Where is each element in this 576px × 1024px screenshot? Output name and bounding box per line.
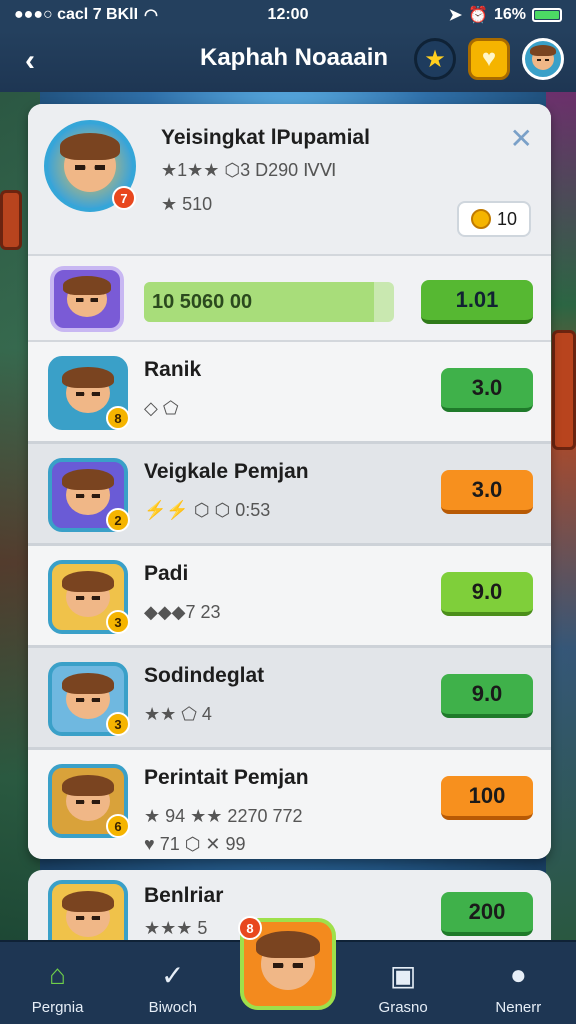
close-button[interactable]: ✕: [510, 122, 533, 155]
nav-item-check[interactable]: ✓ Biwoch: [125, 957, 221, 1017]
row-name: Padi: [144, 562, 189, 585]
player-stats: ★1★★ ⬡3 D290 ⅣⅥ: [161, 160, 337, 180]
row-stats-secondary: ♥ 71 ⬡ ✕ 99: [144, 834, 246, 854]
row-name: Veigkale Pemjan: [144, 460, 309, 483]
profile-avatar-icon: [530, 44, 557, 71]
leaderboard-row[interactable]: 3 Padi ◆◆◆7 23 9.0: [28, 546, 551, 648]
row-name: Ranik: [144, 358, 202, 381]
profile-avatar-button[interactable]: [522, 38, 564, 80]
row-stats: ★★★ 5: [144, 918, 208, 938]
player-avatar[interactable]: 7: [44, 120, 136, 212]
status-bar: ●●●○ cacl 7 BKlI ◠ 12:00 ➤ ⏰ 16%: [0, 0, 576, 30]
row-value-button[interactable]: 200: [441, 892, 533, 936]
heart-badge-icon: ♥: [481, 45, 497, 72]
row-stats: ★★ ⬠ 4: [144, 704, 212, 724]
row-avatar[interactable]: 6: [48, 764, 130, 838]
row-name: Benlriar: [144, 884, 224, 907]
nav-item-card[interactable]: ▣ Grasno: [355, 957, 451, 1017]
row-face-icon: [62, 468, 114, 516]
row-name: Sodindeglat: [144, 664, 265, 687]
xp-claim-button[interactable]: 1.01: [421, 280, 533, 324]
row-value-button[interactable]: 100: [441, 776, 533, 820]
xp-avatar[interactable]: [50, 266, 124, 332]
level-badge: 7: [112, 186, 136, 210]
nav-label: Pergnia: [31, 999, 84, 1016]
row-face-icon: [62, 570, 114, 618]
clock: 12:00: [267, 6, 309, 23]
leaderboard-row[interactable]: 6 Perintait Pemjan ★ 94 ★★ 2270 772 ♥ 71…: [28, 750, 551, 859]
wifi-icon: ◠: [144, 7, 158, 24]
row-rank-badge: 3: [106, 610, 130, 634]
leaderboard-row[interactable]: 3 Sodindeglat ★★ ⬠ 4 9.0: [28, 648, 551, 750]
row-stats: ★ 94 ★★ 2270 772: [144, 806, 303, 826]
battery-percent: 16%: [493, 6, 526, 23]
coin-icon: [470, 209, 491, 229]
back-button[interactable]: ‹: [12, 43, 48, 79]
xp-progress-label: 10 5060 00: [152, 291, 253, 313]
alarm-icon: ⏰: [468, 7, 488, 24]
nav-label: Grasno: [378, 999, 428, 1016]
row-avatar[interactable]: 8: [48, 356, 130, 430]
row-value-button[interactable]: 3.0: [441, 368, 533, 412]
star-button[interactable]: ★: [414, 38, 456, 80]
heart-badge-button[interactable]: ♥: [468, 38, 510, 80]
top-header: ‹ Kaphah Noaaain ★ ♥: [0, 30, 576, 92]
coin-count: 10: [496, 208, 518, 229]
xp-row: 10 5060 00 1.01: [28, 254, 551, 342]
row-value-button[interactable]: 9.0: [441, 572, 533, 616]
check-circle-icon: ✓: [161, 959, 185, 991]
player-profile-card: 7 Yeisingkat lPupamial ★1★★ ⬡3 D290 ⅣⅥ ★…: [28, 104, 551, 254]
nav-label: Biwoch: [148, 999, 197, 1016]
row-stats: ◆◆◆7 23: [144, 602, 221, 622]
leaderboard-row[interactable]: 2 Veigkale Pemjan ⚡⚡ ⬡ ⬡ 0:53 3.0: [28, 444, 551, 546]
row-avatar[interactable]: 2: [48, 458, 130, 532]
nav-item-user[interactable]: ● Nenerr: [470, 957, 566, 1016]
row-rank-badge: 2: [106, 508, 130, 532]
battery-icon: [532, 8, 562, 22]
row-avatar[interactable]: 3: [48, 662, 130, 736]
nav-item-home[interactable]: ⌂ Pergnia: [10, 957, 106, 1016]
scenery-sign: [0, 190, 22, 250]
row-face-icon: [62, 890, 114, 938]
row-face-icon: [62, 672, 114, 720]
location-icon: ➤: [448, 7, 463, 24]
row-rank-badge: 3: [106, 712, 130, 736]
close-icon: ✕: [509, 123, 533, 154]
page-title: Kaphah Noaaain: [200, 44, 389, 71]
center-hero-icon: [256, 930, 320, 991]
carrier-label: ●●●○ cacl 7 BKlI: [14, 6, 139, 23]
row-avatar[interactable]: 3: [48, 560, 130, 634]
xp-avatar-face-icon: [63, 275, 111, 317]
row-stats: ⚡⚡ ⬡ ⬡ 0:53: [144, 500, 271, 520]
row-value-button[interactable]: 3.0: [441, 470, 533, 514]
player-face-icon: [59, 132, 121, 193]
leaderboard-row[interactable]: 8 Ranik ◇ ⬠ 3.0: [28, 342, 551, 444]
xp-progress-bar: 10 5060 00: [144, 282, 394, 322]
user-icon: ●: [509, 959, 527, 990]
row-face-icon: [62, 774, 114, 822]
scenery-sign: [552, 330, 576, 450]
star-icon: ★: [424, 45, 446, 73]
row-face-icon: [62, 366, 114, 414]
row-value-button[interactable]: 9.0: [441, 674, 533, 718]
home-icon: ⌂: [49, 959, 67, 990]
row-name: Perintait Pemjan: [144, 766, 309, 789]
row-rank-badge: 8: [106, 406, 130, 430]
player-name: Yeisingkat lPupamial: [161, 126, 370, 149]
card-icon: ▣: [389, 959, 417, 991]
row-rank-badge: 6: [106, 814, 130, 838]
chevron-left-icon: ‹: [25, 44, 35, 77]
row-stats: ◇ ⬠: [144, 398, 179, 418]
nav-item-center-hero[interactable]: 8: [237, 916, 336, 1010]
player-score: ★ 510: [161, 194, 213, 214]
coin-button[interactable]: 10: [457, 201, 531, 237]
nav-label: Nenerr: [495, 999, 542, 1016]
bottom-navigation: ⌂ Pergnia ✓ Biwoch 8 ▣ Grasno ● Nenerr: [0, 916, 576, 1024]
hero-badge: 8: [237, 916, 262, 940]
leaderboard-panel: 7 Yeisingkat lPupamial ★1★★ ⬡3 D290 ⅣⅥ ★…: [28, 104, 551, 859]
